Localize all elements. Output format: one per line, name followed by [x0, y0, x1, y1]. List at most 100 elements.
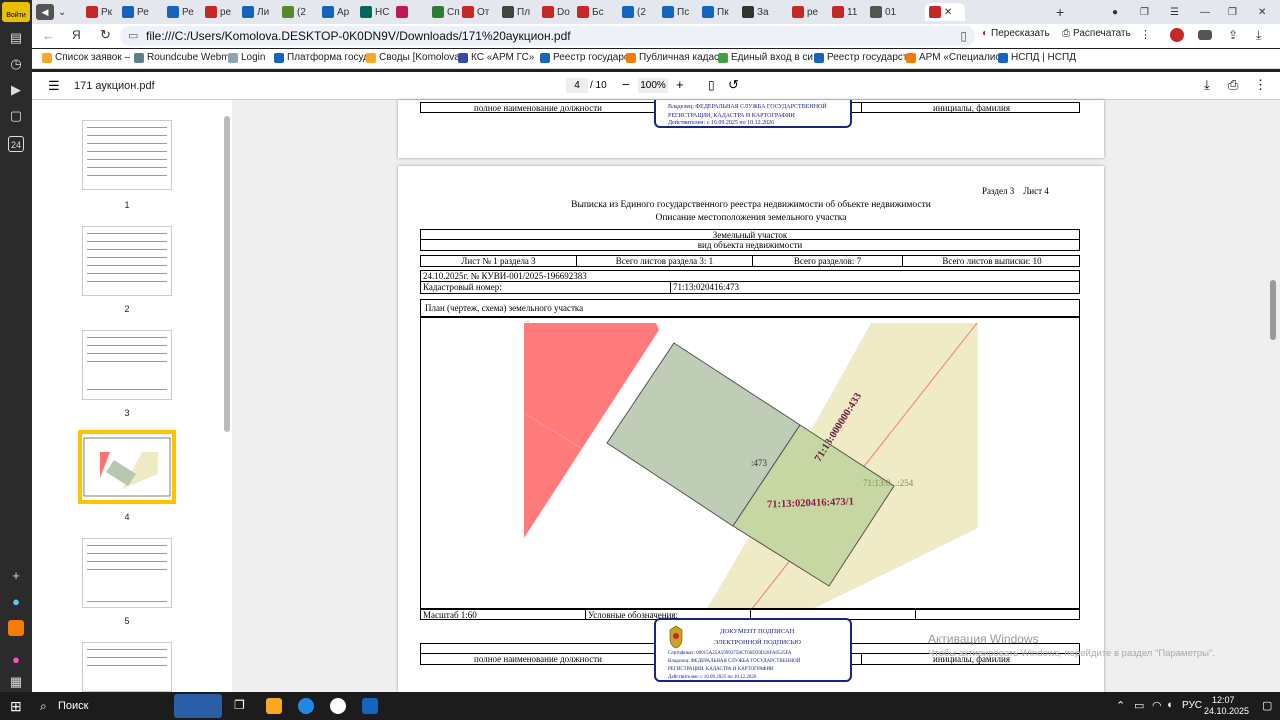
- bookmark-item[interactable]: Своды [Komolova: [366, 52, 460, 63]
- pdf-download-icon[interactable]: ⤓: [1204, 77, 1210, 93]
- thumbnail-page-3[interactable]: [82, 330, 172, 400]
- browser-tab[interactable]: Пл: [502, 3, 538, 21]
- video-icon[interactable]: ▶: [8, 82, 24, 98]
- page-number-input[interactable]: 4: [566, 78, 588, 93]
- minimize-icon[interactable]: —: [1200, 3, 1214, 21]
- mute-icon[interactable]: ◀: [36, 3, 56, 21]
- apps-icon[interactable]: ▦: [8, 674, 24, 690]
- bookmark-item[interactable]: Список заявок –: [42, 52, 130, 63]
- search-label[interactable]: Поиск: [58, 700, 88, 712]
- bookmark-item[interactable]: Единый вход в си: [718, 52, 813, 63]
- browser-tab[interactable]: 01: [870, 3, 906, 21]
- browser-tab[interactable]: НС: [360, 3, 396, 21]
- tab-active-pdf[interactable]: ✕: [925, 3, 965, 21]
- thumbnail-page-6[interactable]: [82, 642, 172, 692]
- search-icon[interactable]: ⌕: [40, 699, 47, 714]
- download-icon[interactable]: ⤓: [1256, 28, 1261, 43]
- thumbnail-page-1[interactable]: [82, 120, 172, 190]
- extension-icon[interactable]: [1170, 28, 1184, 42]
- browser-tab[interactable]: Do: [542, 3, 578, 21]
- alice-icon[interactable]: ●: [8, 594, 24, 610]
- bookmark-item[interactable]: НСПД | НСПД: [998, 52, 1076, 63]
- thumbnail-scrollbar[interactable]: [224, 116, 230, 432]
- zoom-out-icon[interactable]: −: [622, 77, 630, 92]
- tray-chevron-icon[interactable]: ⌃: [1116, 699, 1125, 712]
- clock-time[interactable]: 12:07: [1212, 695, 1235, 705]
- thumbnail-page-2[interactable]: [82, 226, 172, 296]
- bookmark-item[interactable]: КС «АРМ ГС»: [458, 52, 534, 63]
- bookmark-item[interactable]: Публичная кадас: [626, 52, 719, 63]
- cloud-icon[interactable]: [1198, 30, 1212, 40]
- add-icon[interactable]: +: [8, 568, 24, 584]
- reload-icon[interactable]: ↻: [100, 27, 111, 43]
- yandex-icon[interactable]: Я: [72, 28, 81, 42]
- close-icon[interactable]: ✕: [944, 7, 952, 18]
- browser-tab[interactable]: Ре: [122, 3, 158, 21]
- notifications-icon[interactable]: ▢: [1262, 699, 1272, 712]
- browser-tab[interactable]: (2: [622, 3, 658, 21]
- mail-icon[interactable]: [8, 620, 24, 636]
- browser-tab[interactable]: За: [742, 3, 778, 21]
- thumbnail-page-5[interactable]: [82, 538, 172, 608]
- browser-tab[interactable]: Бс: [577, 3, 613, 21]
- rotate-icon[interactable]: ↺: [728, 77, 739, 93]
- browser-tab[interactable]: [396, 3, 432, 21]
- browser-tab[interactable]: (2: [282, 3, 318, 21]
- retell-button[interactable]: ◐ Пересказать: [982, 28, 1050, 39]
- browser-tab[interactable]: 11: [832, 3, 868, 21]
- profile-icon[interactable]: ●: [1112, 3, 1126, 21]
- browser-tab[interactable]: От: [462, 3, 498, 21]
- network-icon[interactable]: ▭: [1134, 699, 1144, 712]
- more-icon[interactable]: ⋮: [1140, 28, 1151, 41]
- yandex-browser-icon[interactable]: [330, 698, 346, 714]
- thumbnail-page-4[interactable]: [78, 430, 176, 504]
- edge-icon[interactable]: [298, 698, 314, 714]
- bookmark-item[interactable]: Login: [228, 52, 265, 63]
- language-indicator[interactable]: РУС: [1182, 700, 1202, 711]
- share-icon[interactable]: ⇪: [1228, 28, 1238, 42]
- bookmark-item[interactable]: Roundcube Webm: [134, 52, 230, 63]
- clock-date[interactable]: 24.10.2025: [1204, 706, 1249, 716]
- pdf-menu-icon[interactable]: ☰: [48, 78, 60, 94]
- bookmark-icon[interactable]: ▯: [960, 26, 967, 46]
- badge-icon[interactable]: 24: [8, 136, 24, 152]
- messenger-icon[interactable]: ●: [8, 652, 24, 668]
- windows-start-icon[interactable]: ⊞: [10, 698, 22, 715]
- browser-tab[interactable]: Пс: [662, 3, 698, 21]
- back-icon[interactable]: ←: [42, 28, 55, 43]
- browser-tab[interactable]: ре: [205, 3, 241, 21]
- explorer-icon[interactable]: [266, 698, 282, 714]
- browser-tab[interactable]: Ли: [242, 3, 278, 21]
- task-view-icon[interactable]: ❐: [234, 698, 245, 712]
- bookmark-item[interactable]: АРМ «Специалис: [906, 52, 1000, 63]
- restore-icon[interactable]: ❐: [1140, 3, 1154, 21]
- maximize-icon[interactable]: ❐: [1228, 3, 1242, 21]
- volume-icon[interactable]: ◖: [1166, 699, 1173, 711]
- save-icon[interactable]: ▢: [8, 108, 24, 124]
- word-icon[interactable]: [362, 698, 378, 714]
- window-close-icon[interactable]: ✕: [1258, 3, 1272, 21]
- login-button[interactable]: Войти: [2, 2, 30, 22]
- zoom-in-icon[interactable]: +: [676, 77, 684, 92]
- browser-tab[interactable]: Ар: [322, 3, 358, 21]
- browser-tab[interactable]: Ре: [167, 3, 203, 21]
- url-field[interactable]: ▭ file:///C:/Users/Komolova.DESKTOP-0K0D…: [120, 26, 975, 46]
- collections-icon[interactable]: ▤: [8, 30, 24, 46]
- chevron-down-icon[interactable]: ⌄: [58, 3, 72, 21]
- wifi-icon[interactable]: ◠: [1152, 699, 1162, 712]
- menu-icon[interactable]: ☰: [1170, 3, 1184, 21]
- pdf-print-icon[interactable]: ⎙: [1228, 77, 1238, 93]
- weather-widget-icon[interactable]: [174, 694, 222, 718]
- viewer-scrollbar[interactable]: [1270, 280, 1276, 340]
- history-icon[interactable]: ◷: [8, 56, 24, 72]
- zoom-input[interactable]: 100%: [638, 78, 668, 93]
- browser-tab[interactable]: Пк: [702, 3, 738, 21]
- print-page-button[interactable]: ⎙ Распечатать: [1062, 28, 1131, 39]
- browser-tab[interactable]: ре: [792, 3, 828, 21]
- bookmark-item[interactable]: Реестр государст: [540, 52, 633, 63]
- bookmark-item[interactable]: Платформа госуд: [274, 52, 369, 63]
- browser-tab[interactable]: Рк: [86, 3, 122, 21]
- fit-page-icon[interactable]: ▯: [708, 78, 715, 92]
- new-tab-button[interactable]: +: [1056, 3, 1072, 21]
- pdf-more-icon[interactable]: ⋮: [1254, 77, 1267, 93]
